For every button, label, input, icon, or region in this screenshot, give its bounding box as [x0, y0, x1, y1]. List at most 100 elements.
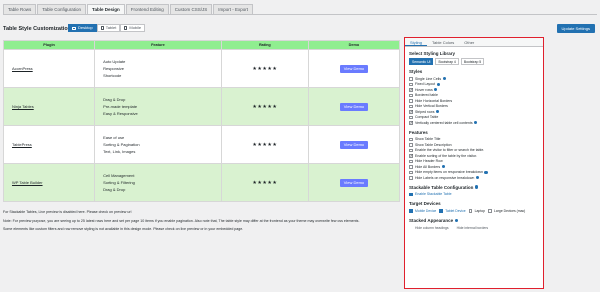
stackable-option: Enable Stackable Table	[409, 192, 539, 198]
info-icon	[474, 121, 478, 125]
option-label: Hide Labels on responsive breakdown	[415, 175, 475, 180]
top-tabs: Table Rows Table Configuration Table Des…	[3, 4, 254, 14]
checkbox-checked[interactable]	[409, 120, 413, 126]
cell-demo: View Demo	[307, 87, 401, 126]
rating-stars: ★★★★★	[220, 49, 309, 88]
feature-item: Drag & Drop	[103, 187, 126, 192]
option-label: Large Devices (mac)	[494, 209, 526, 213]
device-desktop-button[interactable]: Desktop	[68, 24, 97, 32]
option-label: Enable sorting of the table by the visit…	[415, 153, 478, 158]
header-rating: Rating	[220, 40, 309, 50]
header-plugin: Plugin	[2, 40, 96, 50]
table-preview: Plugin Feature Rating Demo AcornPress Au…	[2, 40, 401, 202]
stackable-note: For Stackable Tables, Live preview is di…	[3, 210, 132, 214]
checkbox[interactable]	[409, 99, 413, 103]
checkbox[interactable]	[409, 192, 413, 196]
panel-tabs: Styling Table Colors Other	[405, 38, 543, 47]
option-label: Hide Header Row	[415, 159, 443, 164]
checkbox[interactable]	[409, 93, 413, 97]
feature-item: Pre-made template	[103, 104, 138, 109]
device-mobile-button[interactable]: Mobile	[120, 24, 146, 32]
tab-frontend-editing[interactable]: Frontend Editing	[125, 4, 169, 14]
info-icon	[434, 88, 438, 92]
checkbox[interactable]	[409, 104, 413, 108]
option-label: Hide empty items on responsive breakdown	[415, 170, 483, 175]
update-settings-button[interactable]: Update Settings	[556, 24, 595, 33]
library-bootstrap5-button[interactable]: Bootstrap 5	[460, 58, 485, 65]
cell-feature: Auto Update Responsive Shortcode	[94, 49, 222, 88]
checkbox[interactable]	[409, 159, 413, 163]
feature-item: Cell Management	[103, 173, 135, 178]
option-label: Tablet Device	[445, 209, 466, 213]
page-title: Table Style Customization	[3, 26, 72, 32]
option-label: Striped rows	[415, 109, 435, 114]
stackable-section-title: Stackable Table Configuration	[409, 185, 539, 190]
info-icon	[436, 82, 440, 86]
checkbox-checked[interactable]	[409, 87, 413, 93]
checkbox[interactable]	[409, 209, 413, 213]
preview-table: Plugin Feature Rating Demo AcornPress Au…	[2, 40, 401, 202]
feature-item: Auto Update	[103, 59, 126, 64]
checkbox[interactable]	[439, 209, 443, 213]
plugin-link[interactable]: WP Table Builder	[12, 180, 43, 185]
view-demo-button[interactable]: View Demo	[339, 140, 369, 149]
checkbox[interactable]	[409, 137, 413, 141]
filters-note: Some elements like custom filters and ro…	[3, 227, 244, 231]
panel-tab-other[interactable]: Other	[459, 38, 479, 46]
library-bootstrap4-button[interactable]: Bootstrap 4	[435, 58, 459, 65]
checkbox[interactable]	[409, 143, 413, 147]
cell-feature: Cell Management Sorting & Filtering Drag…	[94, 163, 222, 202]
info-icon	[435, 110, 440, 114]
tablet-icon	[100, 26, 104, 30]
target-devices-section-title: Target Devices	[409, 201, 441, 206]
library-section-title: Select Styling Library	[409, 51, 456, 56]
tab-custom-css-js[interactable]: Custom CSS/JS	[169, 4, 213, 14]
library-semantic-ui-button[interactable]: Semantic UI	[409, 58, 434, 65]
checkbox-checked[interactable]	[409, 109, 413, 115]
table-row: TablePress Ease of use Sorting & Paginat…	[2, 125, 401, 164]
feature-option: Hide Labels on responsive breakdown	[409, 175, 539, 181]
panel-tab-styling[interactable]: Styling	[405, 38, 428, 46]
tab-table-configuration[interactable]: Table Configuration	[37, 4, 87, 14]
option-label: Hover rows	[415, 87, 433, 92]
rating-stars: ★★★★★	[220, 87, 309, 126]
table-row: WP Table Builder Cell Management Sorting…	[2, 163, 401, 202]
checkbox[interactable]	[409, 176, 413, 180]
checkbox[interactable]	[409, 77, 413, 81]
header-feature: Feature	[94, 40, 222, 50]
tab-import-export[interactable]: Import - Export	[213, 4, 254, 14]
option-label: Hide All Borders	[415, 164, 441, 169]
option-label: Fixed Layout	[415, 82, 436, 87]
cell-demo: View Demo	[307, 125, 401, 164]
rating-stars: ★★★★★	[220, 125, 309, 164]
checkbox[interactable]	[409, 82, 413, 86]
checkbox[interactable]	[409, 115, 413, 119]
view-demo-button[interactable]: View Demo	[339, 178, 369, 187]
checkbox-checked[interactable]	[409, 153, 413, 159]
checkbox[interactable]	[409, 170, 413, 174]
view-demo-button[interactable]: View Demo	[339, 102, 369, 111]
device-switch: Desktop Tablet Mobile	[68, 24, 146, 32]
checkbox[interactable]	[409, 165, 413, 169]
checkbox[interactable]	[488, 209, 492, 213]
plugin-link[interactable]: TablePress	[12, 142, 32, 147]
info-icon	[441, 165, 445, 169]
hide-internal-borders-option[interactable]: Hide internal borders	[457, 226, 488, 230]
plugin-link[interactable]: AcornPress	[12, 66, 33, 71]
option-label: Vertically centered table cell contents	[415, 120, 473, 125]
checkbox[interactable]	[468, 209, 473, 213]
info-icon	[474, 185, 479, 189]
tab-table-rows[interactable]: Table Rows	[3, 4, 37, 14]
view-demo-button[interactable]: View Demo	[339, 64, 369, 73]
panel-tab-table-colors[interactable]: Table Colors	[427, 38, 459, 46]
hide-column-headings-option[interactable]: Hide column headings	[415, 226, 449, 230]
checkbox[interactable]	[409, 148, 413, 152]
tab-table-design[interactable]: Table Design	[87, 4, 125, 14]
option-label: Enable Stackable Table	[415, 192, 452, 197]
table-header-row: Plugin Feature Rating Demo	[2, 40, 401, 50]
device-tablet-button[interactable]: Tablet	[96, 24, 121, 32]
cell-plugin: Ninja Tables	[2, 87, 96, 126]
styles-section-title: Styles	[409, 69, 423, 74]
option-label: Laptop	[474, 209, 486, 213]
plugin-link[interactable]: Ninja Tables	[12, 104, 34, 109]
